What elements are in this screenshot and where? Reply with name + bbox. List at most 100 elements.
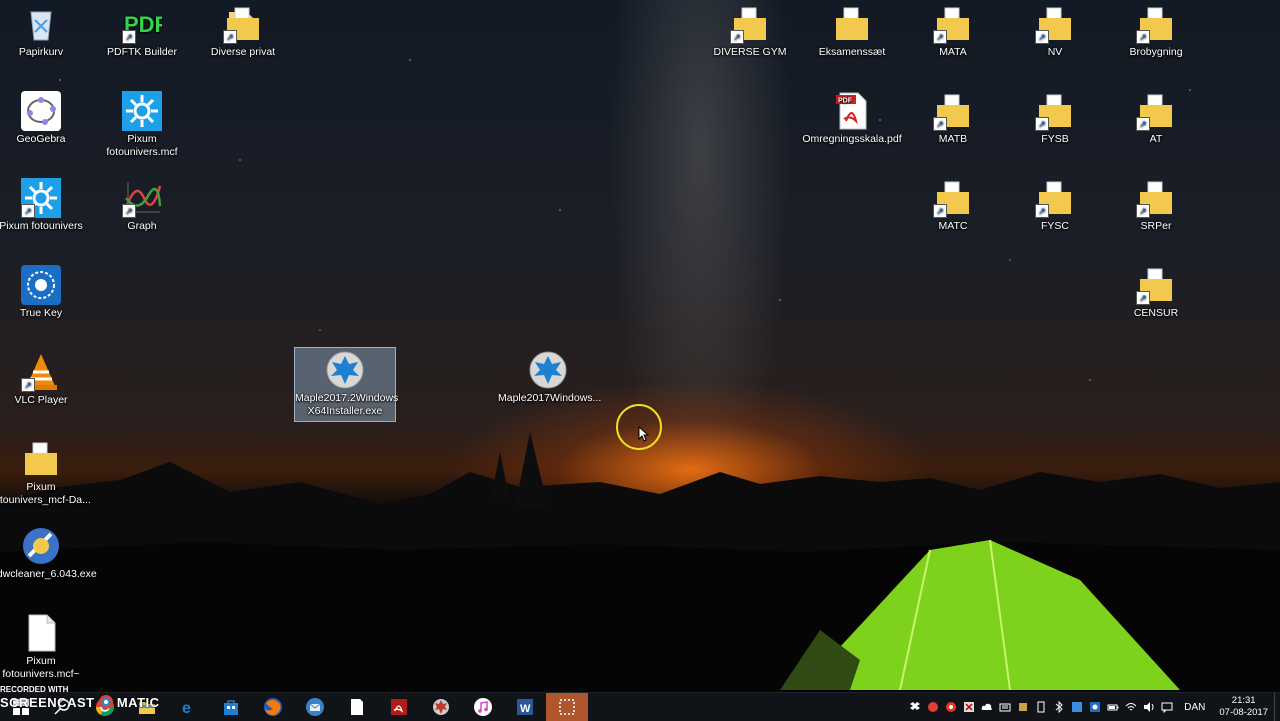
tray-usb[interactable]	[1032, 693, 1050, 721]
taskbar-app-itunes[interactable]	[462, 693, 504, 721]
desktop-icon-at[interactable]: ↗ AT	[1106, 89, 1206, 149]
folder-icon	[21, 439, 61, 479]
shortcut-arrow-icon: ↗	[21, 378, 35, 392]
tray-onedrive[interactable]	[978, 693, 996, 721]
thunderbird-icon	[306, 698, 324, 716]
clock[interactable]: 21:31 07-08-2017	[1213, 695, 1274, 719]
package-icon	[1019, 703, 1028, 711]
desktop-icon-pixum-mcf[interactable]: Pixum fotounivers.mcf	[92, 89, 192, 162]
taskbar-app-firefox[interactable]	[252, 693, 294, 721]
desktop-icon-true-key[interactable]: True Key	[0, 263, 91, 323]
tray-battery[interactable]	[1104, 693, 1122, 721]
pdftk-icon: PDF ↗	[122, 4, 162, 44]
desktop-icon-label: Graph	[127, 220, 157, 232]
desktop-icon-maple-installer[interactable]: Maple2017.2Windows X64Installer.exe	[294, 347, 398, 422]
desktop-icon-matb[interactable]: ↗ MATB	[903, 89, 1003, 149]
svg-text:W: W	[520, 703, 531, 715]
desktop-icon-pixum-folder[interactable]: Pixum fotounivers_mcf-Da...	[0, 437, 91, 510]
folder-icon: ↗	[1136, 178, 1176, 218]
folder-icon	[832, 4, 872, 44]
desktop-icon-eksamenssaet[interactable]: Eksamenssæt	[802, 2, 902, 62]
taskbar-app-thunderbird[interactable]	[294, 693, 336, 721]
taskbar-app-maple[interactable]	[420, 693, 462, 721]
folder-icon: ↗	[1035, 178, 1075, 218]
folder-icon: ↗	[933, 178, 973, 218]
taskbar-app-snipping-tool[interactable]	[546, 693, 588, 721]
app-icon	[964, 702, 975, 712]
volume-icon	[1144, 702, 1154, 712]
shortcut-arrow-icon: ↗	[933, 117, 947, 131]
taskbar-app-notepad[interactable]	[336, 693, 378, 721]
clock-time: 21:31	[1231, 695, 1256, 706]
desktop[interactable]: Papirkurv PDF ↗ PDFTK Builder ↗ Diverse …	[0, 0, 1280, 692]
desktop-icon-pixum-fotounivers[interactable]: ↗ Pixum fotounivers	[0, 176, 91, 236]
store-icon	[224, 700, 238, 715]
tray-notifications[interactable]	[1158, 693, 1176, 721]
tray-security[interactable]	[924, 693, 942, 721]
screencast-watermark: RECORDED WITH SCREENCAST MATIC	[0, 684, 160, 709]
taskbar-app-edge[interactable]: e	[168, 693, 210, 721]
desktop-icon-pdftk-builder[interactable]: PDF ↗ PDFTK Builder	[92, 2, 192, 62]
desktop-icon-pixum-mcf-backup[interactable]: Pixum fotounivers.mcf~	[0, 611, 91, 684]
screencast-logo-icon	[98, 695, 113, 709]
tray-true-key[interactable]	[942, 693, 960, 721]
shortcut-arrow-icon: ↗	[122, 204, 136, 218]
desktop-icon-diverse-gym[interactable]: ↗ DIVERSE GYM	[700, 2, 800, 62]
shortcut-arrow-icon: ↗	[1136, 117, 1150, 131]
pixum-icon	[122, 91, 162, 131]
watermark-line1: RECORDED WITH	[0, 685, 69, 694]
tray-wifi[interactable]	[1122, 693, 1140, 721]
desktop-icon-papirkurv[interactable]: Papirkurv	[0, 2, 91, 62]
watermark-line3: MATIC	[116, 695, 160, 710]
show-desktop-button[interactable]	[1274, 693, 1280, 721]
desktop-icon-maple-folder[interactable]: Maple2017Windows...	[498, 348, 601, 408]
desktop-icon-fysb[interactable]: ↗ FYSB	[1005, 89, 1105, 149]
desktop-icon-label: SRPer	[1140, 220, 1172, 232]
snipping-tool-icon	[559, 699, 575, 715]
tray-app-blue-2[interactable]	[1086, 693, 1104, 721]
pixum-icon: ↗	[21, 178, 61, 218]
tray-package[interactable]	[1014, 693, 1032, 721]
desktop-icon-diverse-privat[interactable]: ↗ Diverse privat	[193, 2, 293, 62]
folder-icon: ↗	[933, 4, 973, 44]
tray-volume[interactable]	[1140, 693, 1158, 721]
adwcleaner-icon	[21, 526, 61, 566]
desktop-icon-label: AT	[1149, 133, 1163, 145]
tray-app[interactable]	[960, 693, 978, 721]
folder-icon: ↗	[1136, 91, 1176, 131]
desktop-icon-label: Pixum fotounivers.mcf~	[2, 655, 80, 680]
desktop-icon-nv[interactable]: ↗ NV	[1005, 2, 1105, 62]
taskbar-app-word[interactable]: W	[504, 693, 546, 721]
folder-icon: ↗	[1035, 91, 1075, 131]
desktop-icon-mata[interactable]: ↗ MATA	[903, 2, 1003, 62]
desktop-icon-adwcleaner[interactable]: adwcleaner_6.043.exe	[0, 524, 97, 584]
desktop-icon-label: FYSB	[1041, 133, 1069, 145]
shortcut-arrow-icon: ↗	[1136, 30, 1150, 44]
desktop-icon-geogebra[interactable]: GeoGebra	[0, 89, 91, 149]
desktop-icon-graph[interactable]: ↗ Graph	[92, 176, 192, 236]
taskbar-app-acrobat[interactable]	[378, 693, 420, 721]
desktop-icon-omregningsskala[interactable]: PDF Omregningsskala.pdf	[802, 89, 902, 149]
recycle-bin-icon	[21, 4, 61, 44]
svg-text:PDF: PDF	[838, 98, 853, 105]
tray-keyboard[interactable]	[996, 693, 1014, 721]
shortcut-arrow-icon: ↗	[1035, 30, 1049, 44]
tray-bluetooth[interactable]	[1050, 693, 1068, 721]
tray-dropbox[interactable]	[906, 693, 924, 721]
wallpaper-tent	[780, 540, 1180, 690]
desktop-icon-srper[interactable]: ↗ SRPer	[1106, 176, 1206, 236]
graph-icon: ↗	[122, 178, 162, 218]
shortcut-arrow-icon: ↗	[933, 204, 947, 218]
desktop-icon-matc[interactable]: ↗ MATC	[903, 176, 1003, 236]
desktop-icon-brobygning[interactable]: ↗ Brobygning	[1106, 2, 1206, 62]
itunes-icon	[474, 698, 492, 716]
true-key-icon	[946, 702, 957, 712]
taskbar-app-store[interactable]	[210, 693, 252, 721]
desktop-icon-censur[interactable]: ↗ CENSUR	[1106, 263, 1206, 323]
svg-text:e: e	[182, 700, 191, 717]
vlc-icon: ↗	[21, 352, 61, 392]
tray-app-blue[interactable]	[1068, 693, 1086, 721]
desktop-icon-fysc[interactable]: ↗ FYSC	[1005, 176, 1105, 236]
desktop-icon-vlc-player[interactable]: ↗ VLC Player	[0, 350, 91, 410]
input-language[interactable]: DAN	[1176, 702, 1213, 713]
